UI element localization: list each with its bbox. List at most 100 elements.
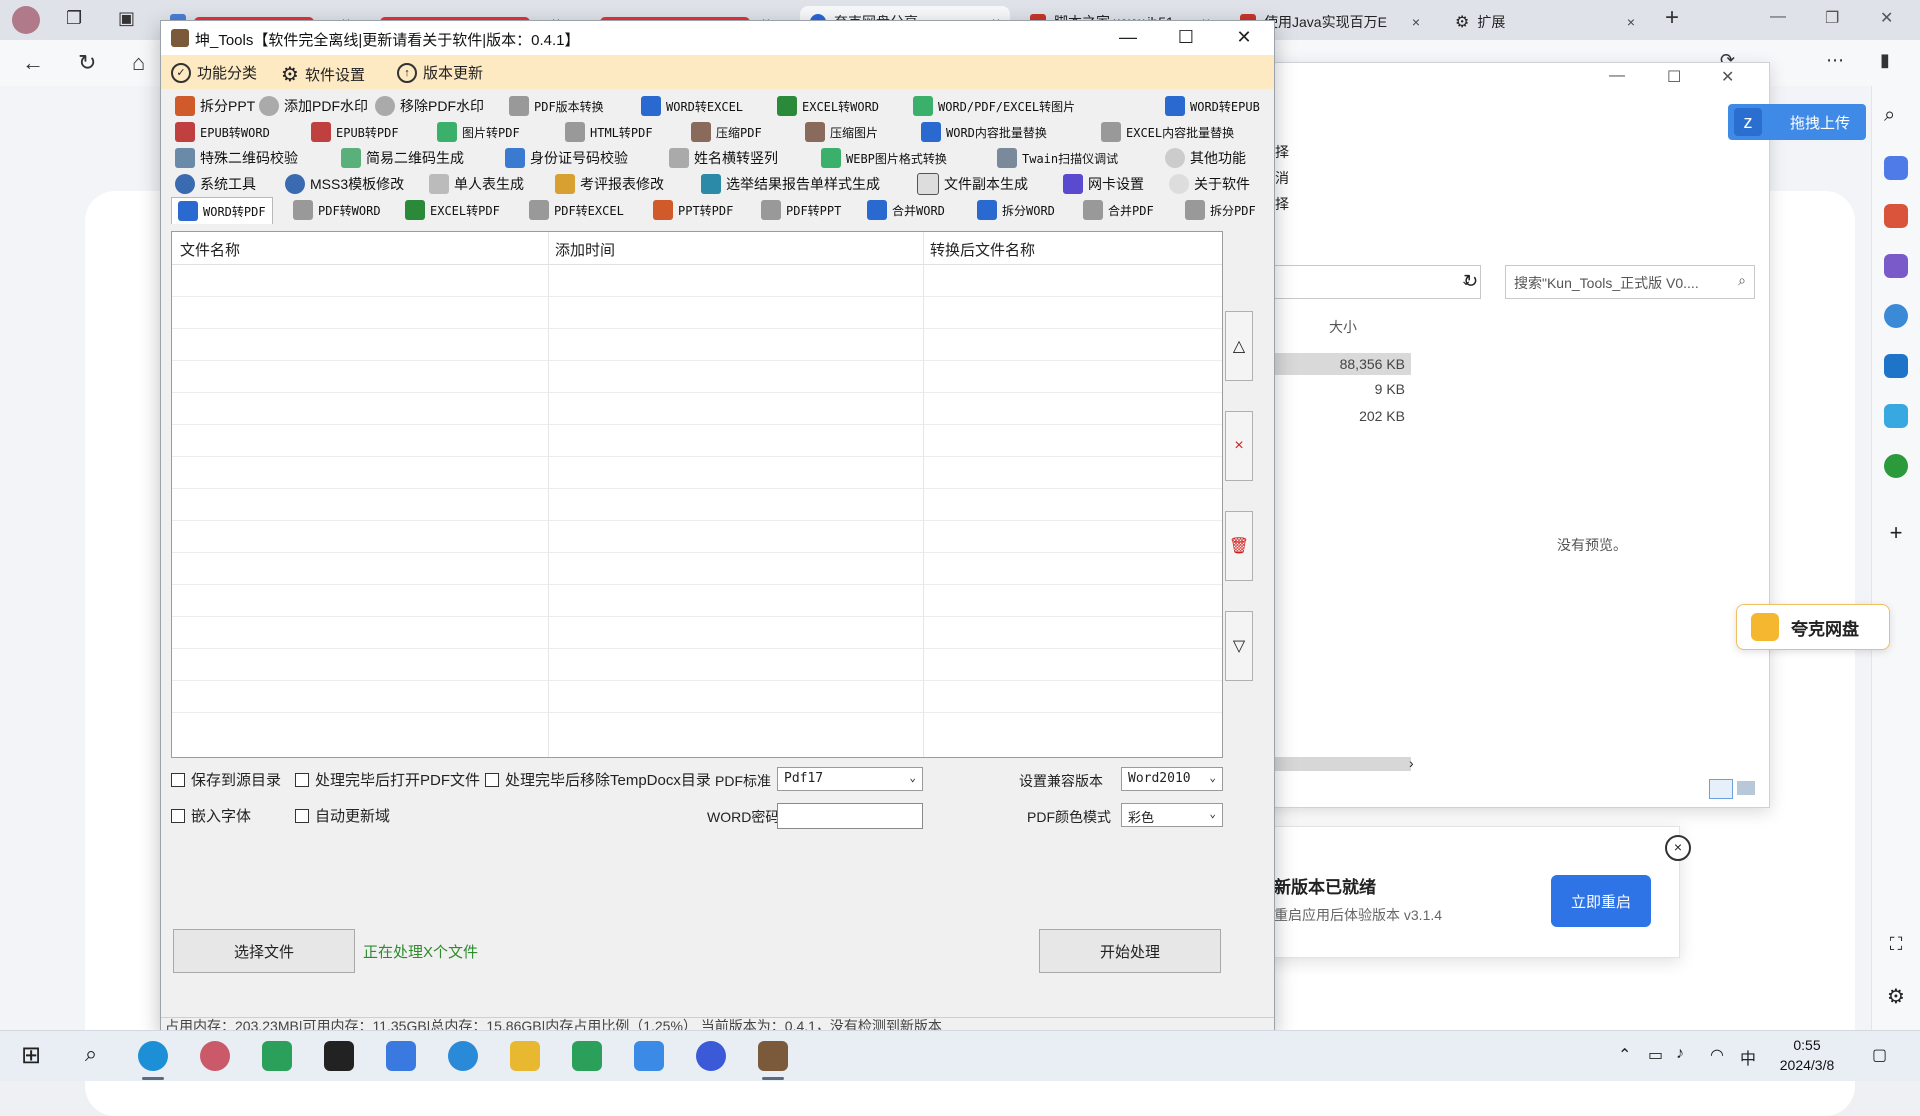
tool-image-to-pdf[interactable]: 图片转PDF [437, 119, 520, 145]
menu-function-category[interactable]: ✓ 功能分类 [171, 62, 257, 83]
restart-now-button[interactable]: 立即重启 [1551, 875, 1651, 927]
save-to-source-checkbox[interactable]: 保存到源目录 [171, 769, 281, 790]
tool-other[interactable]: 其他功能 [1165, 145, 1246, 171]
address-bar[interactable]: ⌄ [1241, 265, 1481, 299]
column-header-output-name[interactable]: 转换后文件名称 [930, 239, 1035, 260]
home-icon[interactable]: ⌂ [132, 50, 145, 76]
tool-excel-to-word[interactable]: EXCEL转WORD [777, 93, 879, 119]
wifi-icon[interactable]: ◠ [1710, 1045, 1724, 1065]
close-tab-icon[interactable]: × [1412, 14, 1420, 30]
drag-upload-button[interactable]: z 拖拽上传 [1728, 104, 1866, 140]
tool-single-form[interactable]: 单人表生成 [429, 171, 524, 197]
jetbrains-icon[interactable] [324, 1041, 354, 1071]
tab-split-pdf[interactable]: 拆分PDF [1185, 197, 1256, 223]
tab-merge-word[interactable]: 合并WORD [867, 197, 945, 223]
tag-icon[interactable] [1884, 156, 1908, 180]
embed-fonts-checkbox[interactable]: 嵌入字体 [171, 805, 251, 826]
file-table[interactable]: 文件名称 添加时间 转换后文件名称 [171, 231, 1223, 758]
close-icon[interactable]: × [1665, 835, 1691, 861]
feishu-icon[interactable] [386, 1041, 416, 1071]
add-icon[interactable]: + [1884, 520, 1908, 545]
start-processing-button[interactable]: 开始处理 [1039, 929, 1221, 973]
search-icon[interactable]: ⌕ [76, 1041, 106, 1071]
tool-remove-pdf-watermark[interactable]: 移除PDF水印 [375, 93, 484, 119]
checkbox-box[interactable] [485, 772, 499, 787]
compat-version-select[interactable]: Word2010 ⌄ [1121, 767, 1223, 791]
tool-election-report[interactable]: 选举结果报告单样式生成 [701, 171, 880, 197]
app-icon[interactable] [572, 1041, 602, 1071]
tool-word-to-excel[interactable]: WORD转EXCEL [641, 93, 743, 119]
maximize-icon[interactable]: ☐ [1171, 27, 1201, 48]
tool-system[interactable]: 系统工具 [175, 171, 256, 197]
tool-epub-to-word[interactable]: EPUB转WORD [175, 119, 270, 145]
quark-pan-widget[interactable]: 夸克网盘 [1736, 604, 1890, 650]
scroll-right-icon[interactable]: › [1409, 755, 1414, 771]
tool-simple-qr[interactable]: 简易二维码生成 [341, 145, 464, 171]
menu-version-update[interactable]: ↑ 版本更新 [397, 62, 483, 83]
chevron-up-icon[interactable]: ⌃ [1618, 1045, 1631, 1065]
collections-icon[interactable]: ❐ [66, 8, 82, 29]
tool-compress-pdf[interactable]: 压缩PDF [691, 119, 762, 145]
tiles-view-icon[interactable] [1737, 781, 1755, 795]
tab-excel-to-pdf[interactable]: EXCEL转PDF [405, 197, 500, 223]
checkbox-box[interactable] [295, 772, 309, 787]
tab-merge-pdf[interactable]: 合并PDF [1083, 197, 1154, 223]
tool-split-ppt[interactable]: 拆分PPT [175, 93, 255, 119]
menu-software-settings[interactable]: ⚙ 软件设置 [281, 62, 365, 87]
battery-icon[interactable]: ▭ [1648, 1045, 1663, 1065]
quark-icon[interactable] [634, 1041, 664, 1071]
tool-file-copy[interactable]: 文件副本生成 [917, 171, 1028, 197]
minimize-icon[interactable]: — [1113, 27, 1143, 48]
tool-office-to-image[interactable]: WORD/PDF/EXCEL转图片 [913, 93, 1075, 119]
tree-icon[interactable] [1884, 454, 1908, 478]
checkbox-box[interactable] [295, 808, 309, 823]
tab-split-word[interactable]: 拆分WORD [977, 197, 1055, 223]
app-icon[interactable] [262, 1041, 292, 1071]
refresh-icon[interactable]: ↻ [78, 50, 96, 76]
remove-button[interactable]: × [1225, 411, 1253, 481]
remove-temp-checkbox[interactable]: 处理完毕后移除TempDocx目录 [485, 769, 711, 790]
tab-pdf-to-word[interactable]: PDF转WORD [293, 197, 381, 223]
move-up-button[interactable]: △ [1225, 311, 1253, 381]
pdf-color-mode-select[interactable]: 彩色 ⌄ [1121, 803, 1223, 827]
more-icon[interactable]: ⋯ [1826, 50, 1844, 71]
tool-id-check[interactable]: 身份证号码校验 [505, 145, 628, 171]
tool-webp-convert[interactable]: WEBP图片格式转换 [821, 145, 947, 171]
word-password-input[interactable] [777, 803, 923, 829]
folder-icon[interactable] [510, 1041, 540, 1071]
minimize-explorer-icon[interactable]: — [1609, 67, 1625, 85]
tool-word-batch-replace[interactable]: WORD内容批量替换 [921, 119, 1047, 145]
profile-avatar[interactable] [12, 6, 40, 34]
briefcase-icon[interactable] [1884, 204, 1908, 228]
open-after-checkbox[interactable]: 处理完毕后打开PDF文件 [295, 769, 480, 790]
tool-nic-settings[interactable]: 网卡设置 [1063, 171, 1144, 197]
tab-pdf-to-excel[interactable]: PDF转EXCEL [529, 197, 624, 223]
checkbox-box[interactable] [171, 808, 185, 823]
browser-tab-extensions[interactable]: ⚙ 扩展 × [1445, 6, 1645, 38]
checkbox-box[interactable] [171, 772, 185, 787]
clear-button[interactable]: 🗑 [1225, 511, 1253, 581]
close-explorer-icon[interactable]: ✕ [1721, 67, 1734, 87]
size-column-header[interactable]: 大小 [1329, 317, 1357, 337]
kun-tools-icon[interactable] [758, 1041, 788, 1071]
clock[interactable]: 0:55 2024/3/8 [1772, 1035, 1842, 1075]
people-icon[interactable] [1884, 254, 1908, 278]
column-header-filename[interactable]: 文件名称 [180, 239, 240, 260]
refresh-icon[interactable]: ↻ [1463, 271, 1478, 292]
settings-icon[interactable]: ⚙ [1884, 984, 1908, 1008]
tool-word-to-epub[interactable]: WORD转EPUB [1165, 93, 1260, 119]
tool-excel-batch-replace[interactable]: EXCEL内容批量替换 [1101, 119, 1234, 145]
ime-indicator[interactable]: 中 [1740, 1045, 1756, 1069]
move-down-button[interactable]: ▽ [1225, 611, 1253, 681]
tool-special-qr-check[interactable]: 特殊二维码校验 [175, 145, 298, 171]
tool-add-pdf-watermark[interactable]: 添加PDF水印 [259, 93, 368, 119]
auto-update-fields-checkbox[interactable]: 自动更新域 [295, 805, 390, 826]
windows-start-icon[interactable]: ⊞ [16, 1041, 46, 1071]
outlook-icon[interactable] [1884, 354, 1908, 378]
new-tab-button[interactable]: + [1665, 4, 1679, 32]
tab-ppt-to-pdf[interactable]: PPT转PDF [653, 197, 733, 223]
close-icon[interactable]: ✕ [1229, 27, 1259, 48]
volume-icon[interactable]: ♪ [1676, 1045, 1684, 1063]
send-icon[interactable] [1884, 404, 1908, 428]
cloud-icon[interactable] [696, 1041, 726, 1071]
